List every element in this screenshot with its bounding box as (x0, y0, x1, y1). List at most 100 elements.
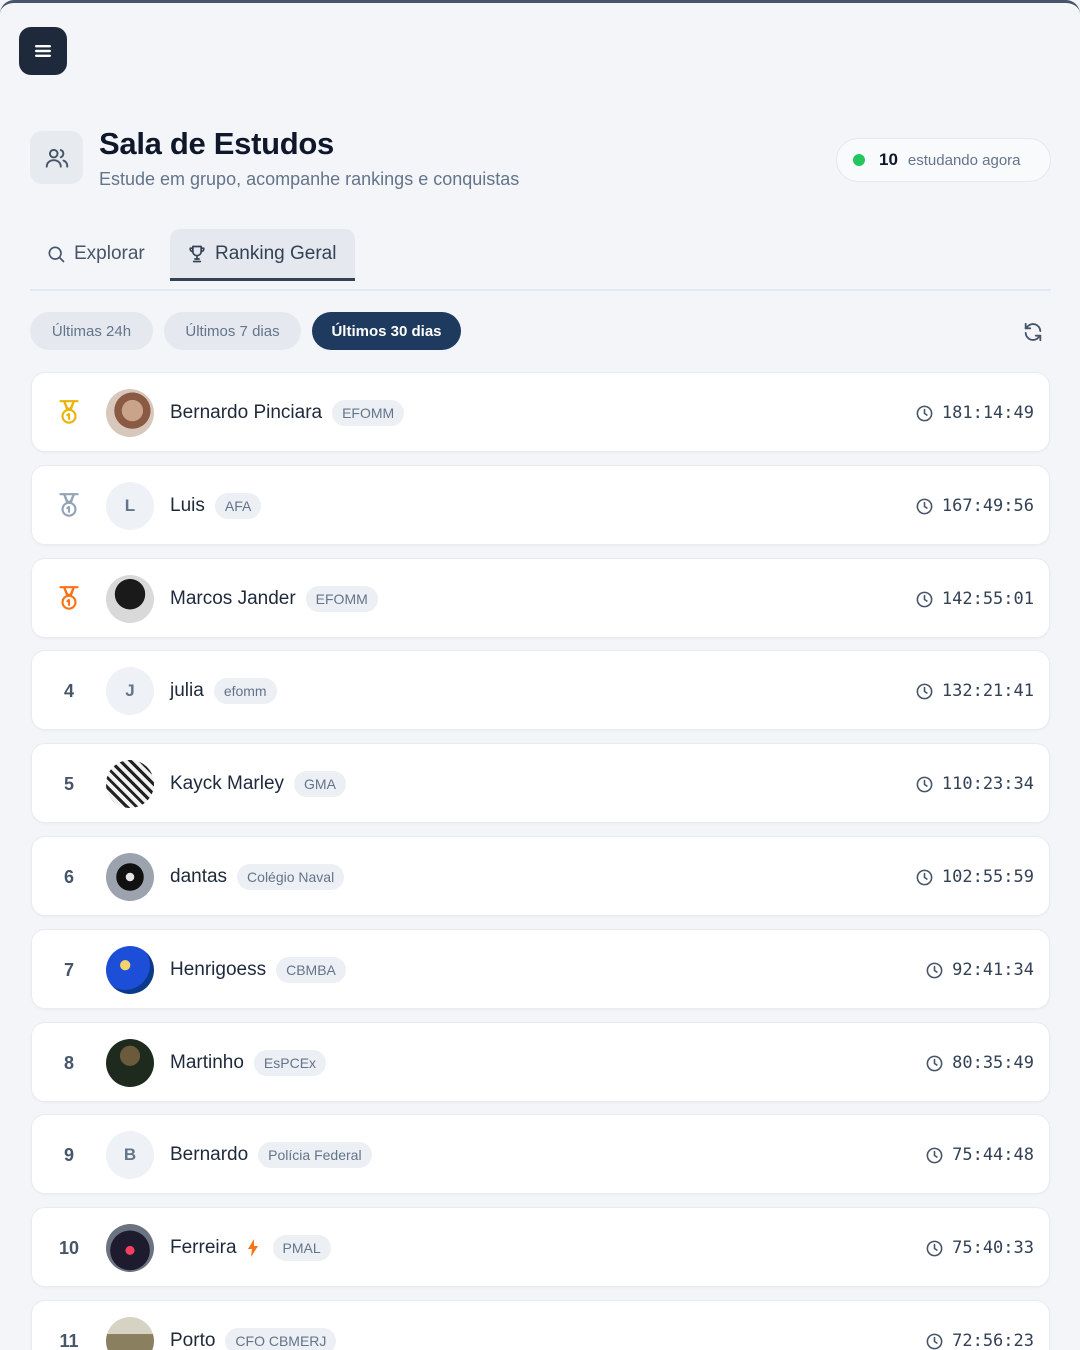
avatar[interactable] (106, 389, 154, 437)
online-count: 10 (879, 150, 898, 169)
avatar[interactable] (106, 1039, 154, 1087)
study-time: 72:56:23 (925, 1301, 1034, 1350)
exam-tag: PMAL (272, 1235, 331, 1261)
rank-number: 9 (63, 1144, 74, 1165)
user-name[interactable]: Marcos Jander (170, 588, 296, 610)
exam-tag: GMA (294, 771, 346, 797)
avatar[interactable]: L (106, 482, 154, 530)
clock-icon (926, 1147, 943, 1163)
medal-bronze-icon (50, 559, 88, 639)
ranking-row[interactable]: 5 Kayck Marley GMA 110:23:34 (31, 743, 1050, 823)
exam-tag: efomm (213, 678, 277, 704)
user-name[interactable]: Ferreira (170, 1237, 237, 1259)
avatar[interactable] (106, 946, 154, 994)
clock-icon (926, 1240, 943, 1256)
avatar[interactable]: B (106, 1131, 154, 1179)
exam-tag: EsPCEx (253, 1050, 327, 1076)
hamburger-icon (35, 45, 51, 57)
clock-icon (916, 776, 933, 792)
user-info: Martinho EsPCEx (170, 1023, 327, 1103)
study-time: 142:55:01 (915, 559, 1034, 639)
study-time-value: 75:44:48 (952, 1145, 1034, 1165)
rank-number: 6 (63, 866, 74, 887)
study-time-value: 142:55:01 (941, 589, 1034, 609)
user-info: Bernardo Polícia Federal (170, 1115, 372, 1195)
study-time-value: 110:23:34 (941, 774, 1034, 794)
exam-tag: Colégio Naval (237, 864, 345, 890)
user-name[interactable]: Bernardo (170, 1144, 248, 1166)
bolt-icon (247, 1239, 259, 1257)
study-time: 132:21:41 (915, 651, 1034, 731)
user-name[interactable]: dantas (170, 866, 227, 888)
tab-ranking-label: Ranking Geral (215, 242, 337, 264)
avatar[interactable]: J (106, 667, 154, 715)
app-window: Sala de Estudos Estude em grupo, acompan… (0, 0, 1080, 1350)
user-info: julia efomm (170, 651, 277, 731)
online-dot-icon (853, 154, 865, 166)
user-name[interactable]: Henrigoess (170, 959, 266, 981)
exam-tag: EFOMM (305, 586, 378, 612)
avatar[interactable] (106, 1317, 154, 1350)
user-name[interactable]: Porto (170, 1330, 215, 1350)
user-name[interactable]: Bernardo Pinciara (170, 402, 322, 424)
study-time: 75:40:33 (925, 1208, 1034, 1288)
user-info: Ferreira PMAL (170, 1208, 331, 1288)
filter-30-days-button[interactable]: Últimos 30 dias (312, 312, 461, 350)
ranking-row[interactable]: 4 Jjulia efomm 132:21:41 (31, 650, 1050, 730)
study-room-icon-box (30, 131, 83, 184)
user-name[interactable]: Luis (170, 495, 205, 517)
avatar[interactable] (106, 1224, 154, 1272)
ranking-row[interactable]: L Luis AFA 167:49:56 (31, 465, 1050, 545)
ranking-row[interactable]: 7 Henrigoess CBMBA 92:41:34 (31, 929, 1050, 1009)
ranking-row[interactable]: Marcos Jander EFOMM 142:55:01 (31, 558, 1050, 638)
ranking-row[interactable]: 8 Martinho EsPCEx 80:35:49 (31, 1022, 1050, 1102)
refresh-icon (1024, 322, 1042, 342)
medal-gold-icon (50, 373, 88, 453)
study-time-value: 80:35:49 (952, 1053, 1034, 1073)
avatar[interactable] (106, 575, 154, 623)
online-status-badge: 10 estudando agora (836, 138, 1051, 182)
filter-24h-button[interactable]: Últimas 24h (30, 312, 153, 350)
user-name[interactable]: julia (170, 680, 204, 702)
clock-icon (926, 962, 943, 978)
clock-icon (926, 1055, 943, 1071)
rank-number: 7 (63, 959, 74, 980)
user-name[interactable]: Martinho (170, 1052, 244, 1074)
exam-tag: CBMBA (276, 957, 346, 983)
study-time: 80:35:49 (925, 1023, 1034, 1103)
filter-7-days-button[interactable]: Últimos 7 dias (164, 312, 301, 350)
tab-explorar-label: Explorar (74, 243, 145, 264)
ranking-row[interactable]: Bernardo Pinciara EFOMM 181:14:49 (31, 372, 1050, 452)
rank-number: 8 (63, 1052, 74, 1073)
rank-number: 11 (59, 1330, 79, 1350)
user-info: dantas Colégio Naval (170, 837, 345, 917)
user-info: Kayck Marley GMA (170, 744, 346, 824)
medal-silver-icon (50, 466, 88, 546)
study-time: 110:23:34 (915, 744, 1034, 824)
study-time-value: 92:41:34 (952, 960, 1034, 980)
study-time: 181:14:49 (915, 373, 1034, 453)
tab-ranking-geral[interactable]: Ranking Geral (170, 229, 355, 281)
clock-icon (916, 683, 933, 699)
menu-button[interactable] (19, 27, 67, 75)
avatar[interactable] (106, 760, 154, 808)
user-info: Marcos Jander EFOMM (170, 559, 378, 639)
study-time-value: 102:55:59 (941, 867, 1034, 887)
ranking-row[interactable]: 10 Ferreira PMAL 75:40:33 (31, 1207, 1050, 1287)
user-info: Luis AFA (170, 466, 262, 546)
user-info: Henrigoess CBMBA (170, 930, 346, 1010)
study-time-value: 72:56:23 (952, 1331, 1034, 1350)
tab-explorar[interactable]: Explorar (46, 229, 145, 279)
study-time: 102:55:59 (915, 837, 1034, 917)
user-name[interactable]: Kayck Marley (170, 773, 284, 795)
ranking-row[interactable]: 11 Porto CFO CBMERJ 72:56:23 (31, 1300, 1050, 1350)
search-icon (48, 246, 65, 263)
exam-tag: AFA (214, 493, 262, 519)
exam-tag: Polícia Federal (258, 1142, 372, 1168)
avatar[interactable] (106, 853, 154, 901)
ranking-row[interactable]: 9 B Bernardo Polícia Federal 75:44:48 (31, 1114, 1050, 1194)
clock-icon (916, 591, 933, 607)
rank-number: 10 (58, 1237, 80, 1258)
ranking-row[interactable]: 6 dantas Colégio Naval 102:55:59 (31, 836, 1050, 916)
refresh-button[interactable] (1019, 318, 1047, 346)
